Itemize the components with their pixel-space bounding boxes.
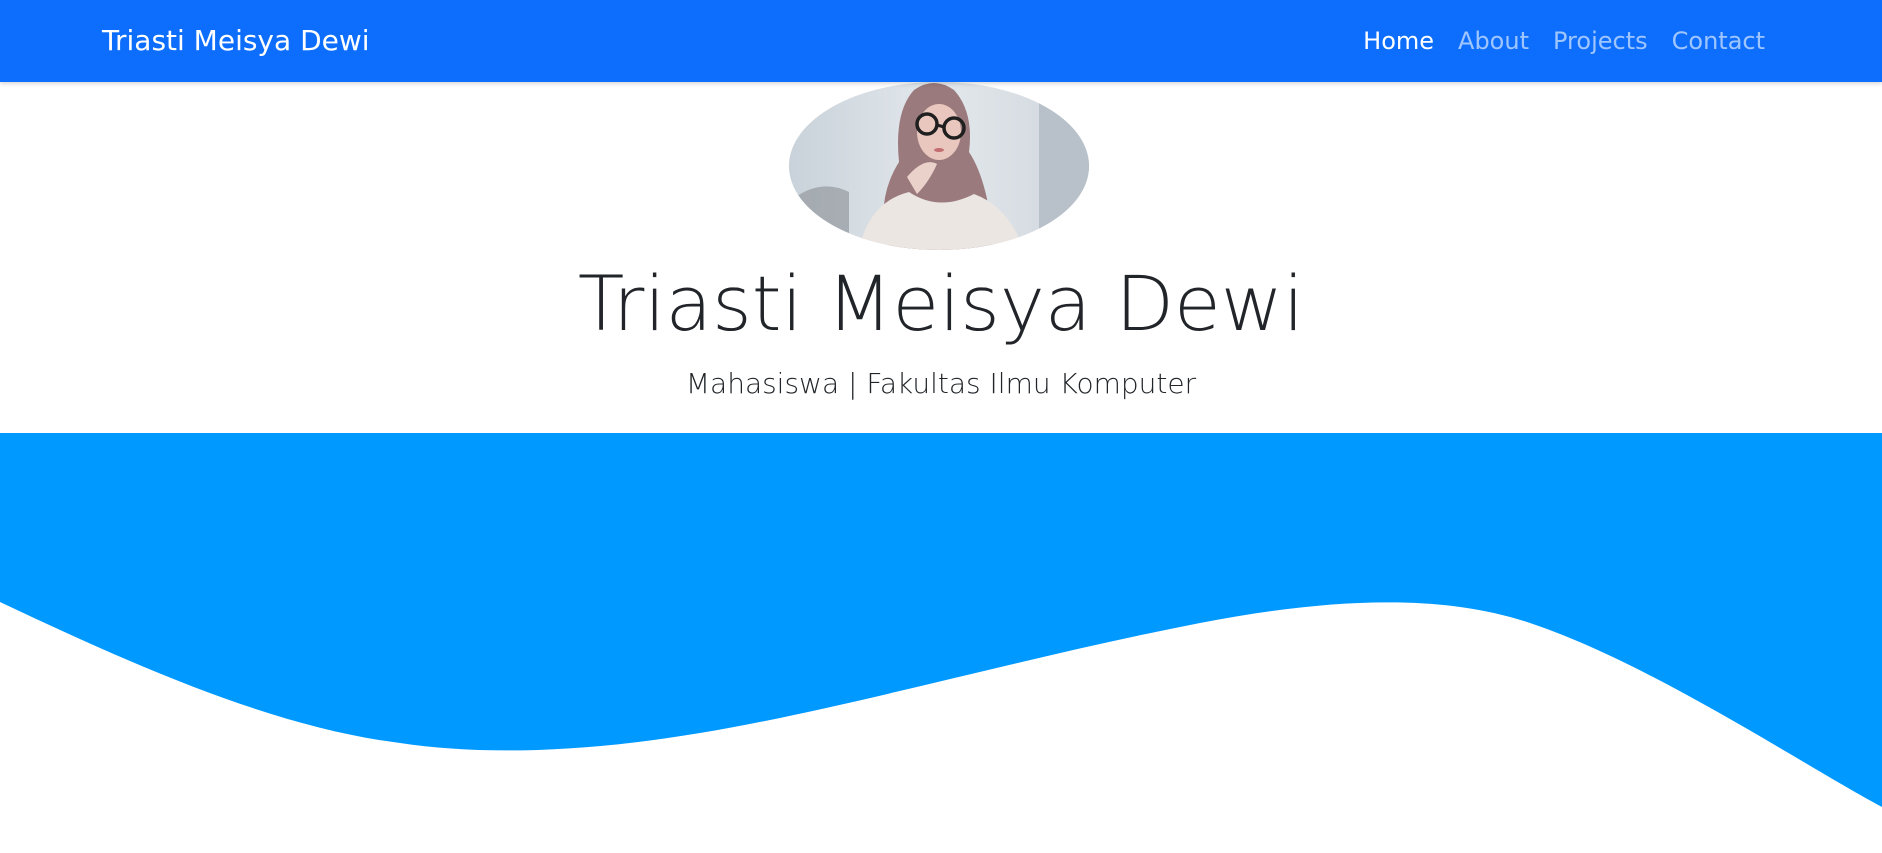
hero-title: Triasti Meisya Dewi	[577, 259, 1305, 348]
nav-links: Home About Projects Contact	[1363, 22, 1765, 60]
profile-photo	[789, 82, 1089, 250]
nav-link-projects[interactable]: Projects	[1553, 22, 1648, 60]
navbar-brand[interactable]: Triasti Meisya Dewi	[102, 22, 370, 60]
nav-link-home[interactable]: Home	[1363, 22, 1434, 60]
profile-photo-illustration	[789, 82, 1089, 250]
nav-link-about[interactable]: About	[1458, 22, 1529, 60]
wave-shape	[0, 433, 1882, 807]
wave-background	[0, 433, 1882, 849]
nav-link-contact[interactable]: Contact	[1672, 22, 1765, 60]
hero-section: Triasti Meisya Dewi Mahasiswa | Fakultas…	[0, 82, 1882, 433]
navbar: Triasti Meisya Dewi Home About Projects …	[0, 0, 1882, 82]
hero-subtitle: Mahasiswa | Fakultas Ilmu Komputer	[685, 367, 1197, 400]
